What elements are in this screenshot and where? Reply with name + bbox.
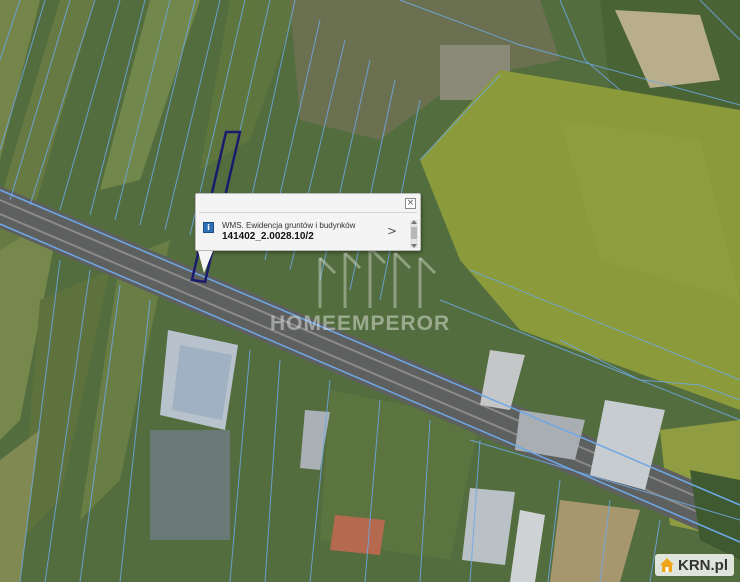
popup-scrollbar[interactable] xyxy=(410,220,418,248)
krn-label: KRN.pl xyxy=(678,556,728,574)
scroll-thumb[interactable] xyxy=(411,227,417,239)
homeemperor-logo-icon xyxy=(318,248,437,308)
popup-pointer xyxy=(198,251,213,273)
popup-divider xyxy=(199,212,417,213)
krn-badge[interactable]: KRN.pl xyxy=(655,554,734,576)
aerial-map[interactable]: HOMEEMPEROR × i WMS. Ewidencja gruntów i… xyxy=(0,0,740,582)
house-icon xyxy=(660,558,674,572)
scroll-down-arrow-icon[interactable] xyxy=(411,244,417,248)
parcel-id[interactable]: 141402_2.0028.10/2 xyxy=(222,231,314,242)
info-icon: i xyxy=(203,222,214,233)
close-icon[interactable]: × xyxy=(405,198,416,209)
watermark-text: HOMEEMPEROR xyxy=(270,312,451,335)
next-result-chevron-icon[interactable]: > xyxy=(387,225,397,237)
feature-info-popup[interactable]: × i WMS. Ewidencja gruntów i budynków 14… xyxy=(195,193,421,273)
scroll-up-arrow-icon[interactable] xyxy=(411,220,417,224)
layer-name: WMS. Ewidencja gruntów i budynków xyxy=(222,221,356,230)
